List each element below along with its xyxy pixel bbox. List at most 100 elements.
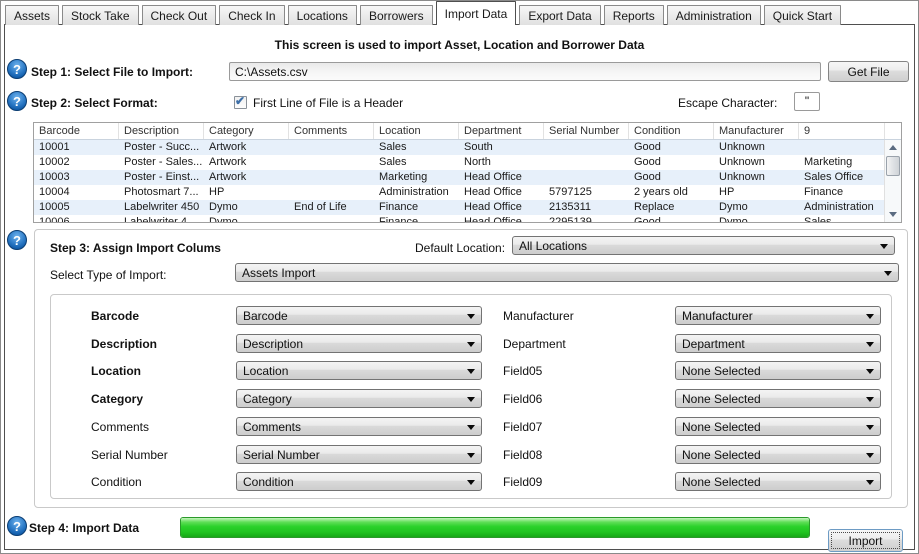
grid-cell: End of Life: [289, 200, 374, 215]
grid-cell: Sales Office: [799, 170, 884, 185]
step3-label: Step 3: Assign Import Colums: [50, 241, 221, 255]
default-location-dropdown[interactable]: All Locations: [512, 236, 895, 255]
file-path-input[interactable]: [229, 62, 821, 81]
chevron-down-icon: [866, 369, 874, 374]
header-line-checkbox[interactable]: ✔: [234, 96, 247, 109]
mapping-dropdown-field09[interactable]: None Selected: [675, 472, 881, 491]
mapping-dropdown-manufacturer[interactable]: Manufacturer: [675, 306, 881, 325]
chevron-down-icon: [467, 369, 475, 374]
tab-check-in[interactable]: Check In: [219, 5, 284, 25]
grid-cell: [544, 170, 629, 185]
table-row[interactable]: 10006Labelwriter 4...DymoFinanceHead Off…: [34, 215, 884, 222]
grid-cell: 2 years old: [629, 185, 714, 200]
mapping-dropdown-field07[interactable]: None Selected: [675, 417, 881, 436]
scroll-up-icon[interactable]: [886, 140, 900, 155]
grid-scrollbar[interactable]: [884, 140, 901, 222]
tab-locations[interactable]: Locations: [288, 5, 357, 25]
grid-cell: Marketing: [799, 155, 884, 170]
mapping-label-department: Department: [503, 337, 566, 351]
grid-cell: 5797125: [544, 185, 629, 200]
grid-cell: Labelwriter 450: [119, 200, 204, 215]
grid-cell: [289, 140, 374, 155]
tab-reports[interactable]: Reports: [604, 5, 664, 25]
question-mark-icon: ?: [13, 94, 21, 109]
table-row[interactable]: 10003Poster - Einst...ArtworkMarketingHe…: [34, 170, 884, 185]
grid-column-header[interactable]: Serial Number: [544, 123, 629, 139]
header-checkbox-label: First Line of File is a Header: [253, 96, 403, 110]
grid-cell: Dymo: [204, 215, 289, 222]
grid-cell: Poster - Einst...: [119, 170, 204, 185]
scroll-down-icon[interactable]: [886, 207, 900, 222]
import-data-panel: This screen is used to import Asset, Loc…: [4, 24, 915, 550]
tab-export-data[interactable]: Export Data: [519, 5, 600, 25]
tab-administration[interactable]: Administration: [667, 5, 761, 25]
mapping-dropdown-comments[interactable]: Comments: [236, 417, 482, 436]
import-button[interactable]: Import: [828, 529, 903, 552]
grid-cell: Poster - Succ...: [119, 140, 204, 155]
tab-assets[interactable]: Assets: [5, 5, 59, 25]
grid-cell: North: [459, 155, 544, 170]
grid-cell: HP: [714, 185, 799, 200]
mapping-label-barcode: Barcode: [91, 309, 139, 323]
grid-cell: Poster - Sales...: [119, 155, 204, 170]
grid-column-header[interactable]: Location: [374, 123, 459, 139]
mapping-dropdown-description[interactable]: Description: [236, 334, 482, 353]
tab-check-out[interactable]: Check Out: [142, 5, 217, 25]
grid-column-header[interactable]: Condition: [629, 123, 714, 139]
grid-column-header[interactable]: Department: [459, 123, 544, 139]
question-mark-icon: ?: [13, 62, 21, 77]
grid-column-header[interactable]: Category: [204, 123, 289, 139]
mapping-label-description: Description: [91, 337, 157, 351]
mapping-dropdown-field06[interactable]: None Selected: [675, 389, 881, 408]
mapping-dropdown-condition[interactable]: Condition: [236, 472, 482, 491]
table-row[interactable]: 10005Labelwriter 450DymoEnd of LifeFinan…: [34, 200, 884, 215]
help-icon[interactable]: ?: [7, 230, 27, 250]
grid-cell: Unknown: [714, 170, 799, 185]
table-row[interactable]: 10001Poster - Succ...ArtworkSalesSouthGo…: [34, 140, 884, 155]
grid-cell: 10002: [34, 155, 119, 170]
help-icon[interactable]: ?: [7, 516, 27, 536]
tab-stock-take[interactable]: Stock Take: [62, 5, 138, 25]
grid-cell: [544, 140, 629, 155]
question-mark-icon: ?: [13, 233, 21, 248]
grid-cell: Sales: [374, 140, 459, 155]
mapping-dropdown-field05[interactable]: None Selected: [675, 361, 881, 380]
grid-column-header[interactable]: 9: [799, 123, 885, 139]
mapping-dropdown-department[interactable]: Department: [675, 334, 881, 353]
get-file-button[interactable]: Get File: [828, 61, 909, 82]
grid-column-header[interactable]: Comments: [289, 123, 374, 139]
mapping-dropdown-value: None Selected: [682, 475, 761, 489]
grid-cell: Dymo: [714, 215, 799, 222]
mapping-dropdown-serial-number[interactable]: Serial Number: [236, 445, 482, 464]
type-of-import-dropdown[interactable]: Assets Import: [235, 263, 899, 282]
grid-cell: Finance: [374, 215, 459, 222]
mapping-dropdown-value: None Selected: [682, 448, 761, 462]
scrollbar-thumb[interactable]: [886, 156, 900, 176]
check-icon: ✔: [235, 94, 245, 108]
grid-column-header[interactable]: Description: [119, 123, 204, 139]
mapping-dropdown-value: Description: [243, 337, 303, 351]
help-icon[interactable]: ?: [7, 59, 27, 79]
table-row[interactable]: 10002Poster - Sales...ArtworkSalesNorthG…: [34, 155, 884, 170]
step3-group: Step 3: Assign Import Colums Default Loc…: [34, 229, 908, 508]
mapping-dropdown-barcode[interactable]: Barcode: [236, 306, 482, 325]
chevron-down-icon: [467, 453, 475, 458]
tab-quick-start[interactable]: Quick Start: [764, 5, 841, 25]
grid-cell: South: [459, 140, 544, 155]
table-row[interactable]: 10004Photosmart 7...HPAdministrationHead…: [34, 185, 884, 200]
mapping-dropdown-location[interactable]: Location: [236, 361, 482, 380]
grid-cell: Sales: [374, 155, 459, 170]
grid-column-header[interactable]: Barcode: [34, 123, 119, 139]
chevron-down-icon: [866, 425, 874, 430]
escape-character-input[interactable]: ": [794, 92, 820, 111]
mapping-dropdown-category[interactable]: Category: [236, 389, 482, 408]
chevron-down-icon: [866, 314, 874, 319]
grid-column-header[interactable]: Manufacturer: [714, 123, 799, 139]
tab-borrowers[interactable]: Borrowers: [360, 5, 433, 25]
chevron-down-icon: [866, 480, 874, 485]
help-icon[interactable]: ?: [7, 91, 27, 111]
mapping-label-location: Location: [91, 364, 141, 378]
mapping-dropdown-field08[interactable]: None Selected: [675, 445, 881, 464]
escape-character-label: Escape Character:: [678, 96, 777, 110]
tab-import-data[interactable]: Import Data: [436, 1, 517, 25]
